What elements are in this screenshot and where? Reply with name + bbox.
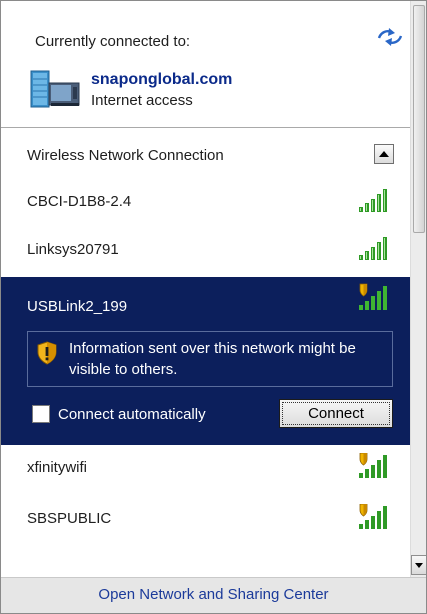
unsecured-signal-icon bbox=[359, 504, 387, 529]
network-item-xfinitywifi[interactable]: xfinitywifi bbox=[1, 447, 410, 487]
network-ssid: Linksys20791 bbox=[27, 241, 119, 258]
connect-automatically-label: Connect automatically bbox=[58, 406, 206, 423]
network-item-sbspublic[interactable]: SBSPUBLIC bbox=[1, 498, 410, 538]
network-item-cbci-d1b8-2-4[interactable]: CBCI-D1B8-2.4 bbox=[1, 181, 410, 221]
connected-network-name: snaponglobal.com bbox=[91, 71, 233, 88]
refresh-icon[interactable] bbox=[375, 26, 405, 48]
warning-shield-icon bbox=[37, 341, 57, 365]
wireless-section-title: Wireless Network Connection bbox=[27, 147, 224, 164]
connect-button[interactable]: Connect bbox=[279, 399, 393, 428]
signal-strength-icon bbox=[359, 189, 387, 212]
vertical-scrollbar[interactable] bbox=[410, 1, 426, 577]
connected-network-status: Internet access bbox=[91, 92, 193, 109]
network-ssid: SBSPUBLIC bbox=[27, 510, 112, 527]
footer: Open Network and Sharing Center bbox=[1, 577, 426, 613]
collapse-up-arrow-icon[interactable] bbox=[374, 144, 394, 164]
currently-connected-heading: Currently connected to: bbox=[35, 33, 191, 50]
divider bbox=[1, 127, 410, 128]
network-ssid: USBLink2_199 bbox=[27, 298, 128, 315]
network-item-linksys20791[interactable]: Linksys20791 bbox=[1, 229, 410, 269]
signal-strength-icon bbox=[359, 237, 387, 260]
network-ssid: xfinitywifi bbox=[27, 459, 88, 476]
unsecured-signal-icon bbox=[359, 283, 387, 310]
wireless-networks-flyout: Currently connected to: snaponglobal.com… bbox=[0, 0, 427, 614]
security-warning-text: Information sent over this network might… bbox=[69, 340, 356, 378]
connect-button-label: Connect bbox=[308, 405, 364, 422]
unsecured-signal-icon bbox=[359, 453, 387, 478]
scroll-down-arrow-icon[interactable] bbox=[411, 555, 426, 575]
network-item-usblink2-199-selected[interactable]: USBLink2_199 Information sent over this … bbox=[1, 277, 410, 445]
connect-automatically-checkbox[interactable] bbox=[32, 405, 50, 423]
network-list-area: Currently connected to: snaponglobal.com… bbox=[1, 1, 410, 553]
scrollbar-thumb[interactable] bbox=[413, 5, 425, 233]
domain-network-icon bbox=[30, 70, 80, 108]
security-warning-box: Information sent over this network might… bbox=[27, 331, 393, 387]
open-network-sharing-center-link[interactable]: Open Network and Sharing Center bbox=[1, 578, 426, 612]
network-ssid: CBCI-D1B8-2.4 bbox=[27, 193, 132, 210]
